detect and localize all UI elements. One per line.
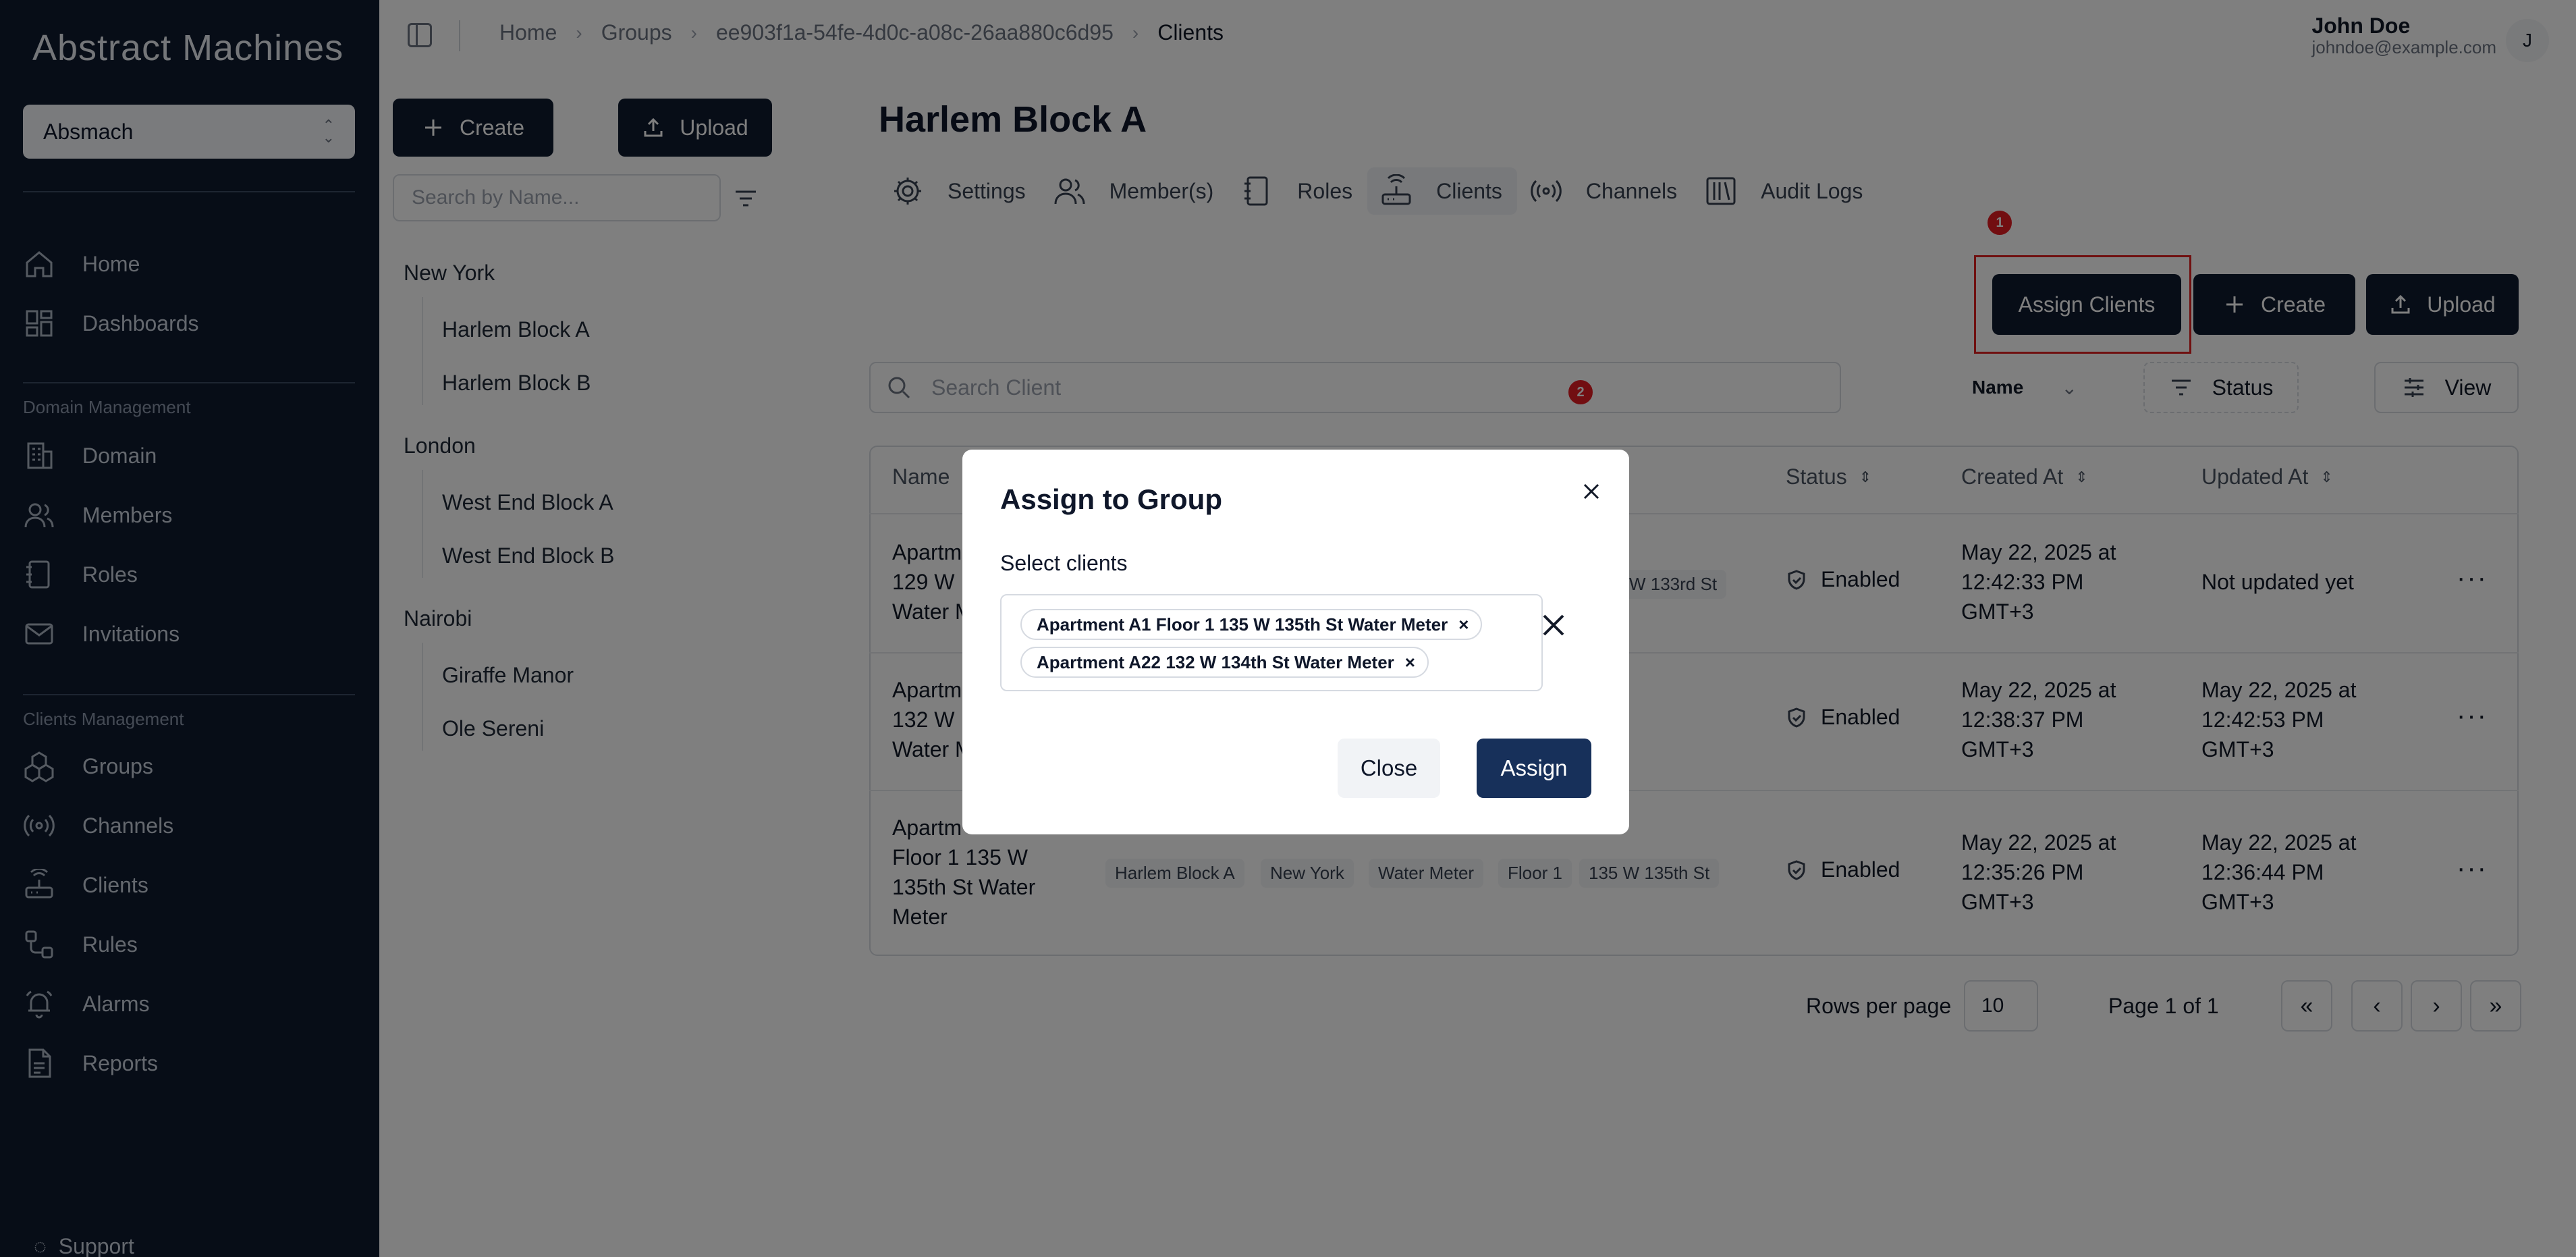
close-icon[interactable] (1579, 479, 1604, 504)
remove-chip-icon[interactable]: × (1458, 614, 1469, 635)
clients-multi-select[interactable]: Apartment A1 Floor 1 135 W 135th St Wate… (1000, 594, 1543, 691)
select-clients-label: Select clients (1000, 551, 1128, 575)
close-button[interactable]: Close (1338, 739, 1440, 798)
clear-selection-icon[interactable] (1537, 609, 1570, 641)
remove-chip-icon[interactable]: × (1405, 652, 1415, 673)
assign-button[interactable]: Assign (1477, 739, 1591, 798)
selected-client-chip: Apartment A1 Floor 1 135 W 135th St Wate… (1020, 609, 1483, 640)
assign-to-group-dialog: Assign to Group Select clients Apartment… (962, 450, 1629, 834)
dialog-title: Assign to Group (1000, 483, 1222, 515)
selected-client-chip: Apartment A22 132 W 134th St Water Meter… (1020, 647, 1429, 678)
